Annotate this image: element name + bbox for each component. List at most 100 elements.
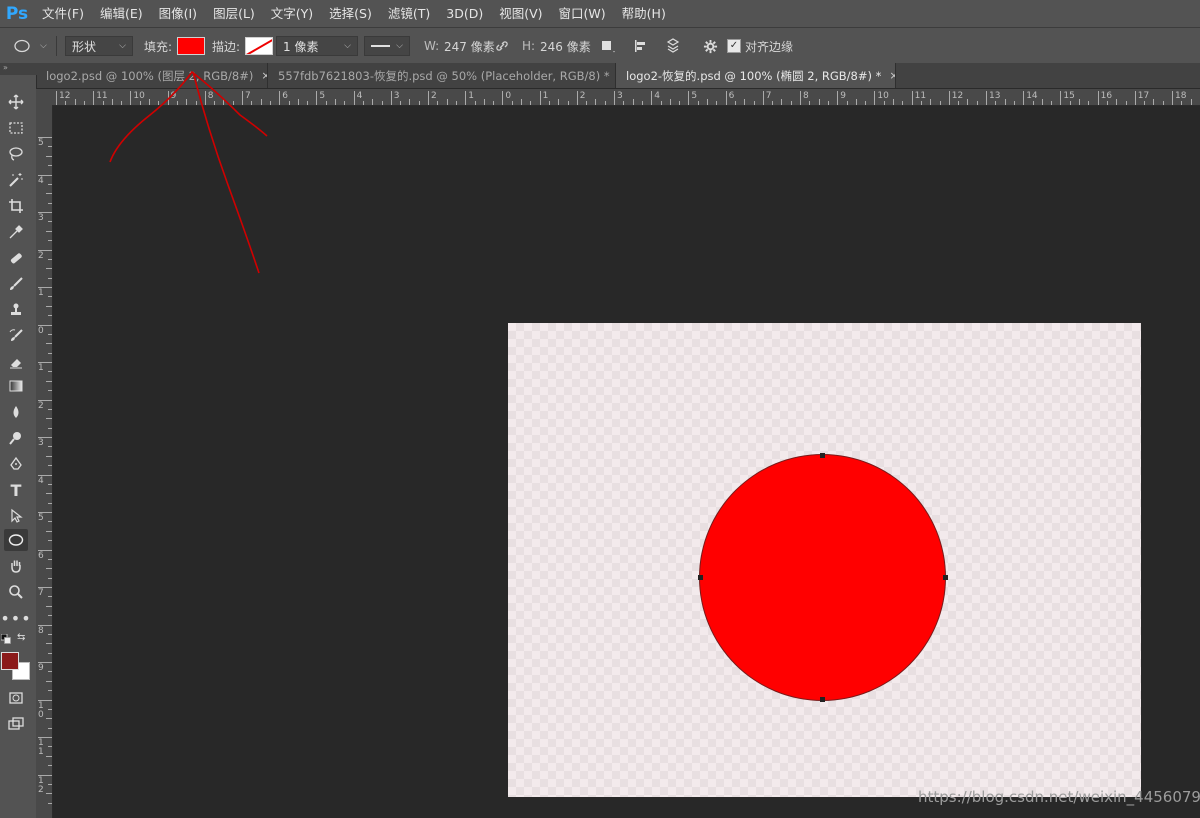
menu-view[interactable]: 视图(V): [491, 0, 550, 27]
eyedropper-tool-icon[interactable]: [4, 221, 28, 243]
tab-logo2-recovered[interactable]: logo2-恢复的.psd @ 100% (椭圆 2, RGB/8#) * ×: [616, 63, 896, 88]
menu-help[interactable]: 帮助(H): [614, 0, 674, 27]
height-input[interactable]: 246 像素: [540, 38, 591, 55]
fill-color-swatch[interactable]: [177, 37, 205, 55]
zoom-tool-icon[interactable]: [4, 581, 28, 603]
align-edges-checkbox[interactable]: ✓: [727, 39, 741, 53]
document-canvas[interactable]: [508, 323, 1141, 797]
ruler-tick-mark: [902, 101, 904, 105]
history-brush-tool-icon[interactable]: [4, 325, 28, 347]
photoshop-logo[interactable]: Ps: [0, 0, 34, 27]
magic-wand-tool-icon[interactable]: [4, 169, 28, 191]
quick-mask-icon[interactable]: [4, 687, 28, 709]
ellipse-shape[interactable]: [700, 455, 945, 700]
path-arrangement-icon[interactable]: [664, 28, 682, 64]
ruler-tick-mark: [418, 101, 420, 105]
marquee-tool-icon[interactable]: [4, 117, 28, 139]
ruler-tick-label: 1: [468, 91, 474, 101]
ruler-tick-mark: [139, 101, 141, 105]
type-tool-icon[interactable]: T: [4, 479, 28, 501]
ruler-tick-mark: [325, 101, 327, 105]
menu-filter[interactable]: 滤镜(T): [380, 0, 438, 27]
menu-3d[interactable]: 3D(D): [438, 0, 491, 27]
healing-brush-tool-icon[interactable]: [4, 247, 28, 269]
path-anchor-point[interactable]: [698, 575, 703, 580]
menu-layer[interactable]: 图层(L): [205, 0, 263, 27]
ruler-tick-mark: [48, 596, 52, 598]
chevron-down-icon: ⌵: [119, 41, 126, 51]
tool-preset-picker[interactable]: ⌵: [14, 28, 47, 64]
path-anchor-point[interactable]: [820, 453, 825, 458]
path-alignment-icon[interactable]: [633, 28, 649, 64]
ruler-tick-label: 2: [579, 91, 586, 101]
eraser-tool-icon[interactable]: [4, 351, 28, 373]
pen-tool-icon[interactable]: [4, 453, 28, 475]
path-operations-icon[interactable]: [600, 28, 616, 64]
ruler-tick-mark: [279, 91, 281, 105]
ruler-tick-label: 2: [38, 250, 44, 261]
stroke-width-select[interactable]: 1 像素 ⌵: [276, 36, 358, 56]
ruler-tick-mark: [48, 765, 52, 767]
more-tools-icon[interactable]: •••: [0, 607, 30, 629]
horizontal-ruler[interactable]: 12 11 10 9 8 7 6 5 4 3 2 1 0 1 2 3 4 5 6 7 8 9 10 11 12 13 14 15 16 1…: [52, 89, 1200, 106]
ruler-tick-mark: [46, 305, 52, 307]
gear-icon[interactable]: [703, 28, 718, 64]
close-icon[interactable]: ×: [889, 69, 895, 82]
ruler-tick-mark: [1144, 101, 1146, 105]
width-input[interactable]: 247 像素: [444, 38, 495, 55]
swap-colors-icon[interactable]: ⇆: [17, 632, 25, 643]
ruler-tick-mark: [660, 101, 662, 105]
gradient-tool-icon[interactable]: [4, 375, 28, 397]
ellipse-tool-icon[interactable]: [4, 529, 28, 551]
tool-mode-select[interactable]: 形状 ⌵: [65, 36, 133, 56]
lasso-tool-icon[interactable]: [4, 143, 28, 165]
ruler-tick-label: 0: [505, 91, 512, 101]
ruler-tick-mark: [38, 174, 52, 176]
ruler-tick-mark: [707, 99, 708, 105]
default-colors-icon[interactable]: [0, 633, 11, 644]
blur-tool-icon[interactable]: [4, 401, 28, 423]
ruler-tick-label: 4: [38, 175, 44, 186]
ruler-tick-mark: [38, 549, 52, 551]
ruler-tick-mark: [46, 155, 52, 157]
menu-image[interactable]: 图像(I): [151, 0, 205, 27]
height-label: H:: [522, 39, 536, 53]
screen-mode-icon[interactable]: [4, 713, 28, 735]
ruler-tick-mark: [781, 99, 783, 105]
vertical-ruler[interactable]: 5 4 3 2 1 0 1 2 3 4 5 6 7 8 9 10 11 12: [36, 105, 53, 818]
crop-tool-icon[interactable]: [4, 195, 28, 217]
clone-stamp-tool-icon[interactable]: [4, 299, 28, 321]
ruler-tick-label: 5: [691, 91, 698, 101]
tab-placeholder[interactable]: 557fdb7621803-恢复的.psd @ 50% (Placeholder…: [268, 63, 616, 88]
menu-edit[interactable]: 编辑(E): [92, 0, 151, 27]
tab-logo2[interactable]: logo2.psd @ 100% (图层 2, RGB/8#) ×: [36, 63, 268, 88]
ruler-tick-label: 2: [431, 91, 437, 101]
ruler-tick-label: 4: [654, 91, 660, 101]
ruler-tick-mark: [195, 101, 197, 105]
path-anchor-point[interactable]: [943, 575, 948, 580]
ruler-corner: [36, 89, 52, 105]
menu-select[interactable]: 选择(S): [321, 0, 380, 27]
ruler-tick-mark: [48, 371, 52, 373]
hand-tool-icon[interactable]: [4, 555, 28, 577]
stroke-type-select[interactable]: ⌵: [364, 36, 410, 56]
collapse-panel-icon[interactable]: »: [0, 63, 36, 75]
ruler-tick-mark: [149, 99, 150, 105]
ruler-tick-label: 1: [38, 288, 44, 298]
stroke-color-swatch[interactable]: [245, 37, 273, 55]
path-selection-tool-icon[interactable]: [4, 505, 28, 527]
brush-tool-icon[interactable]: [4, 273, 28, 295]
ruler-tick-mark: [48, 240, 52, 242]
close-icon[interactable]: ×: [261, 69, 267, 82]
dodge-tool-icon[interactable]: [4, 427, 28, 449]
foreground-color-swatch[interactable]: [1, 652, 19, 670]
menu-file[interactable]: 文件(F): [34, 0, 92, 27]
path-anchor-point[interactable]: [820, 697, 825, 702]
menu-window[interactable]: 窗口(W): [551, 0, 614, 27]
ruler-tick-mark: [48, 521, 52, 523]
move-tool-icon[interactable]: [4, 91, 28, 113]
menu-type[interactable]: 文字(Y): [263, 0, 321, 27]
ruler-tick-label: 6: [728, 91, 735, 101]
ruler-tick-mark: [372, 99, 374, 105]
link-icon[interactable]: [495, 28, 509, 64]
